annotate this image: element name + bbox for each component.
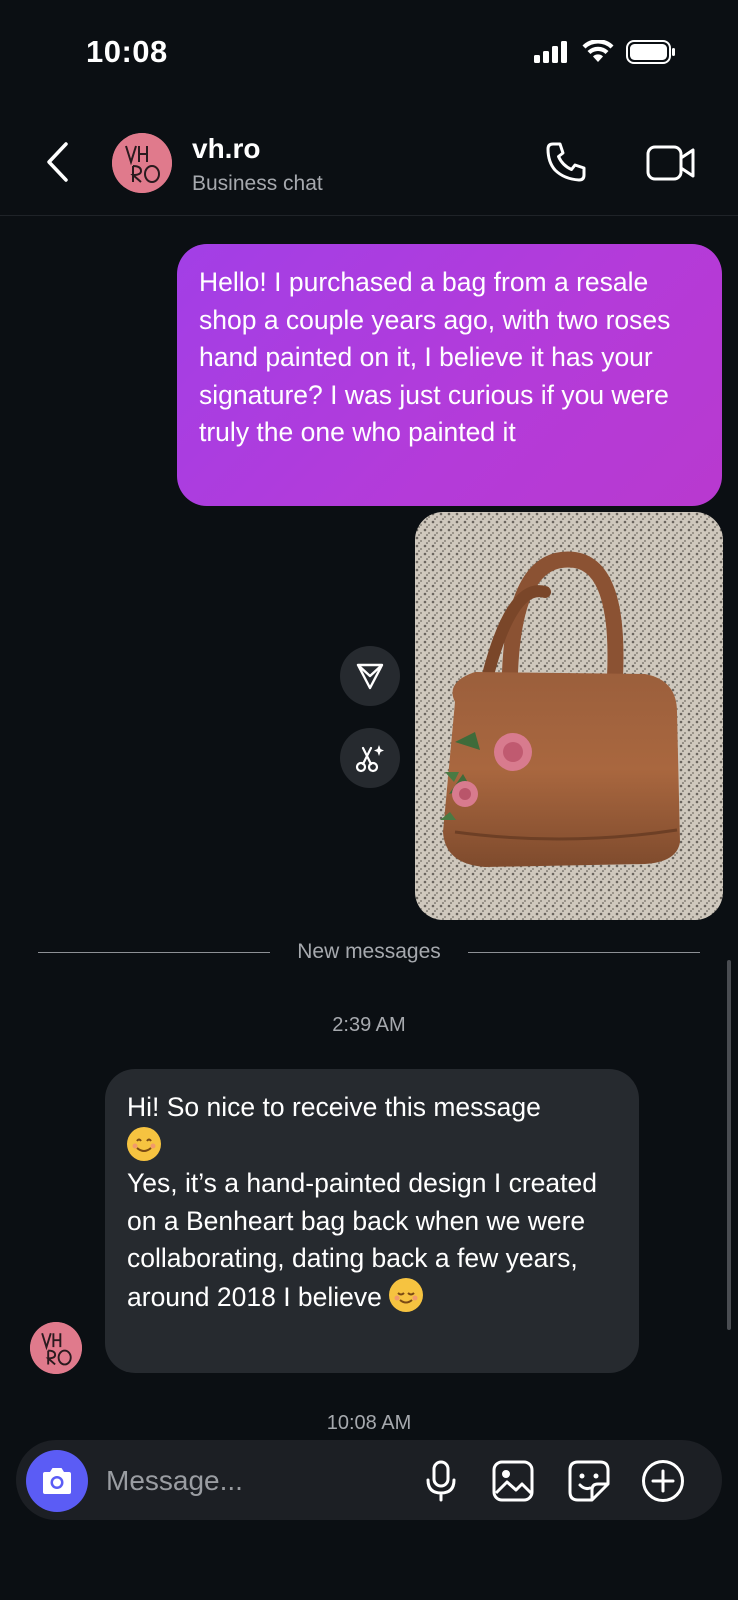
incoming-message-text: Yes, it’s a hand-painted design I create… bbox=[127, 1168, 597, 1312]
more-options-button[interactable] bbox=[640, 1458, 686, 1504]
outgoing-message-bubble[interactable]: Hello! I purchased a bag from a resale s… bbox=[177, 244, 722, 506]
timestamp: 2:39 AM bbox=[332, 1014, 406, 1036]
sticker-icon bbox=[568, 1460, 610, 1502]
gallery-button[interactable] bbox=[490, 1458, 536, 1504]
ai-edit-button[interactable] bbox=[340, 728, 400, 788]
timestamp: 10:08 AM bbox=[326, 1412, 412, 1434]
video-camera-icon bbox=[646, 145, 695, 181]
sender-avatar[interactable] bbox=[30, 1322, 82, 1374]
status-time: 10:08 bbox=[86, 34, 168, 69]
microphone-icon bbox=[426, 1460, 456, 1502]
status-icons bbox=[534, 40, 676, 64]
share-button[interactable] bbox=[340, 646, 400, 706]
message-input[interactable] bbox=[104, 1458, 388, 1504]
cellular-signal-icon bbox=[534, 41, 567, 63]
handbag-photo-icon bbox=[415, 512, 723, 920]
battery-icon bbox=[626, 40, 675, 64]
back-button[interactable] bbox=[42, 140, 74, 184]
chevron-left-icon bbox=[47, 142, 68, 182]
phone-icon bbox=[546, 142, 586, 182]
voice-call-button[interactable] bbox=[544, 140, 588, 184]
scissors-sparkle-icon bbox=[355, 745, 384, 773]
chat-subtitle: Business chat bbox=[192, 172, 323, 195]
header-divider bbox=[0, 215, 738, 216]
plus-circle-icon bbox=[642, 1460, 684, 1502]
incoming-message-text-line1: Hi! So nice to receive this message bbox=[127, 1092, 541, 1122]
camera-icon bbox=[43, 1468, 71, 1494]
scrollbar[interactable] bbox=[727, 960, 731, 1330]
sticker-button[interactable] bbox=[566, 1458, 612, 1504]
contact-name[interactable]: vh.ro bbox=[192, 133, 260, 165]
relieved-face-emoji-icon bbox=[389, 1277, 424, 1312]
send-triangle-icon bbox=[356, 663, 384, 690]
video-call-button[interactable] bbox=[646, 142, 696, 184]
outgoing-message-text: Hello! I purchased a bag from a resale s… bbox=[199, 267, 671, 447]
camera-button[interactable] bbox=[26, 1450, 88, 1512]
smiling-face-emoji-icon bbox=[127, 1126, 161, 1161]
image-icon bbox=[492, 1460, 534, 1502]
wifi-icon bbox=[582, 40, 614, 62]
voice-message-button[interactable] bbox=[418, 1458, 464, 1504]
handbag-photo[interactable] bbox=[415, 512, 723, 920]
avatar-monogram-icon bbox=[30, 1322, 82, 1374]
avatar-monogram-icon bbox=[112, 133, 172, 193]
incoming-message-bubble[interactable]: Hi! So nice to receive this message Yes,… bbox=[105, 1069, 639, 1373]
new-messages-line-right bbox=[468, 952, 700, 953]
contact-avatar[interactable] bbox=[112, 133, 172, 193]
